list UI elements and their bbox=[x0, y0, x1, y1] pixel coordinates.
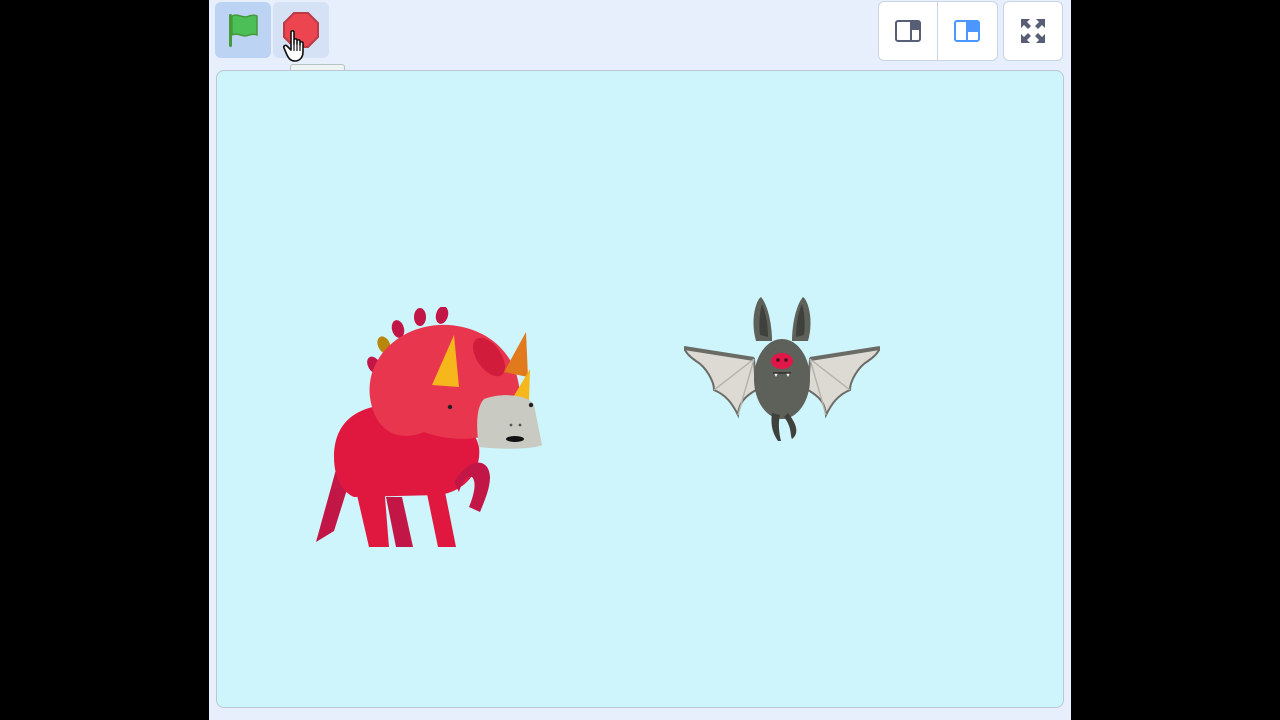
triceratops-sprite[interactable] bbox=[314, 307, 544, 552]
fullscreen-button[interactable] bbox=[1004, 2, 1062, 60]
small-stage-button[interactable] bbox=[879, 2, 937, 60]
stage-size-toggle bbox=[878, 1, 998, 61]
stage[interactable] bbox=[216, 70, 1064, 708]
normal-stage-layout-icon bbox=[954, 20, 980, 42]
fullscreen-icon bbox=[1021, 19, 1045, 43]
green-flag-icon bbox=[229, 14, 258, 47]
fullscreen-group bbox=[1003, 1, 1063, 61]
scratch-player: Stop bbox=[209, 0, 1071, 720]
hand-cursor-icon bbox=[283, 30, 304, 62]
bat-sprite[interactable] bbox=[684, 295, 880, 445]
green-flag-button[interactable] bbox=[215, 2, 271, 58]
small-stage-layout-icon bbox=[895, 20, 921, 42]
normal-stage-button[interactable] bbox=[937, 2, 996, 60]
